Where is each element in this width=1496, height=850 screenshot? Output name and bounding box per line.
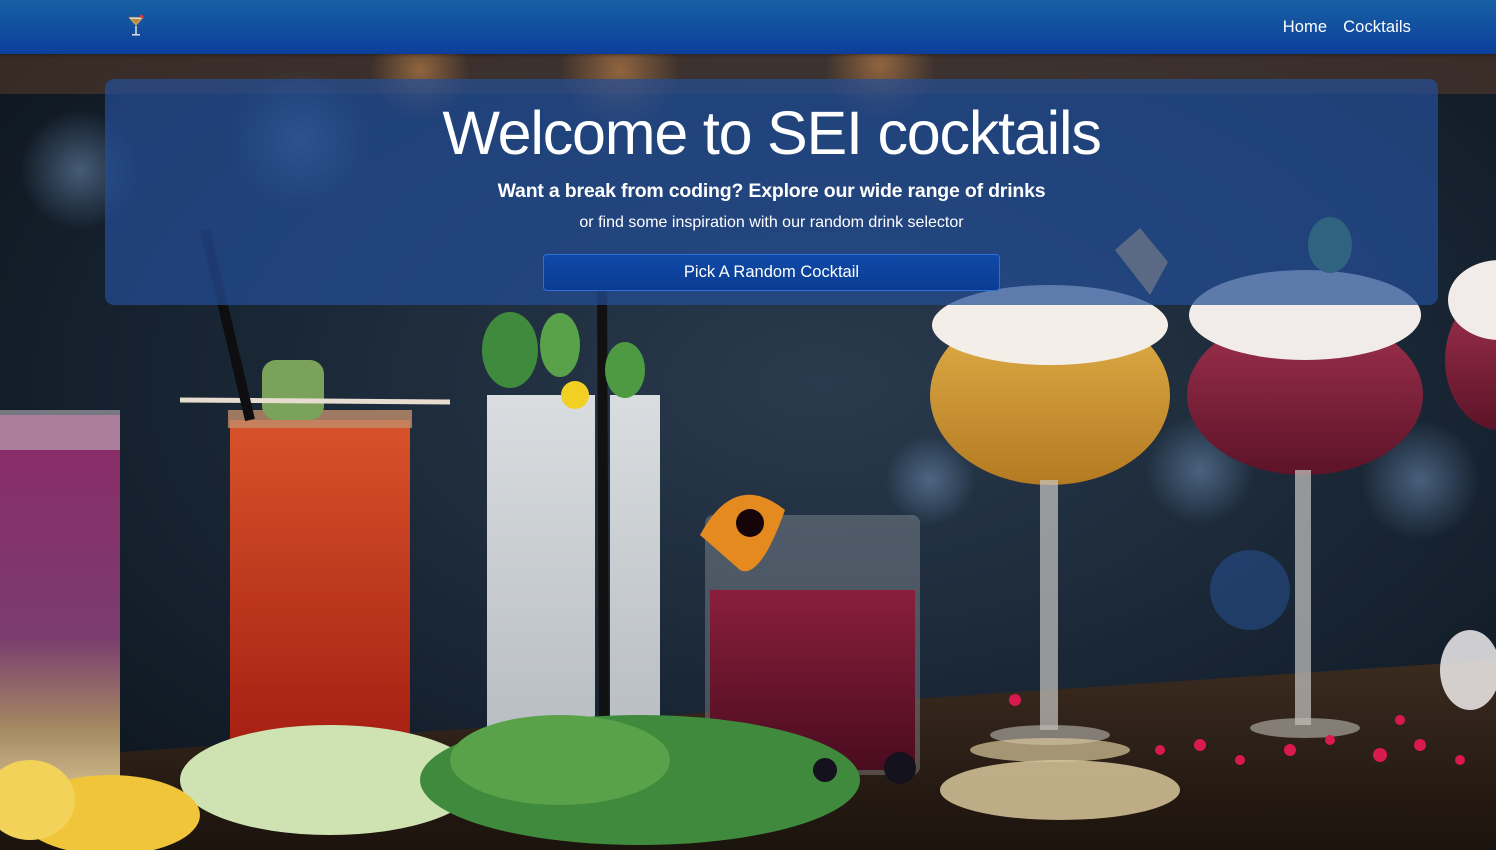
hero-title: Welcome to SEI cocktails (442, 99, 1101, 167)
nav-link-cocktails[interactable]: Cocktails (1343, 18, 1411, 37)
navbar: Home Cocktails (0, 0, 1496, 54)
nav-links: Home Cocktails (1283, 0, 1411, 54)
hero-subtitle: Want a break from coding? Explore our wi… (497, 180, 1046, 202)
hero-text: or find some inspiration with our random… (579, 214, 964, 231)
hero-panel: Welcome to SEI cocktails Want a break fr… (105, 79, 1438, 305)
nav-link-home[interactable]: Home (1283, 18, 1327, 37)
cocktail-glass-icon[interactable] (124, 13, 148, 39)
pick-random-cocktail-button[interactable]: Pick A Random Cocktail (543, 254, 1000, 291)
page: Home Cocktails Welcome to SEI cocktails … (0, 0, 1496, 850)
